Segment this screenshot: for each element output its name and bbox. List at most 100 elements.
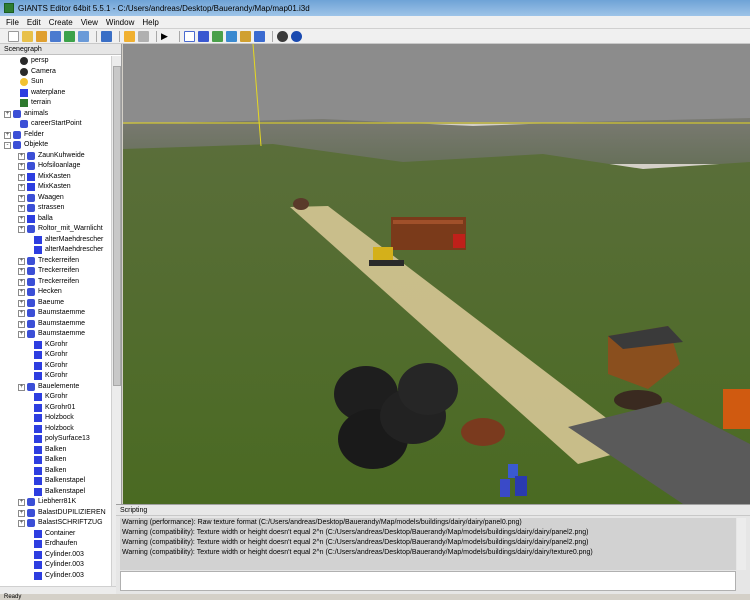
tree-node[interactable]: persp [0,56,111,67]
tree-horizontal-scrollbar[interactable] [0,586,122,594]
expand-icon[interactable]: + [18,278,25,286]
expand-icon[interactable]: + [4,131,11,139]
snap-settings-icon[interactable] [277,30,288,42]
expand-icon[interactable]: + [18,310,25,317]
tree-node[interactable]: + Baumstaemme [0,329,111,340]
expand-icon[interactable]: + [18,194,25,202]
expand-icon[interactable]: + [18,289,25,296]
tree-node[interactable]: Holzbock [0,413,111,424]
tree-node[interactable]: + Treckerreifen [0,266,111,277]
tree-node[interactable]: + Hecken [0,287,111,298]
tree-node[interactable]: + ZaunKuhweide [0,151,111,162]
menu-window[interactable]: Window [106,18,134,27]
tree-node[interactable]: Balkenstapel [0,487,111,498]
expand-icon[interactable]: + [18,152,25,160]
expand-icon[interactable]: + [18,257,25,265]
tree-node[interactable]: Balkenstapel [0,476,111,487]
menu-file[interactable]: File [6,18,19,27]
tree-node[interactable]: + Treckerreifen [0,277,111,288]
tree-node[interactable]: + Bauelemente [0,382,111,393]
expand-icon[interactable]: + [18,320,25,328]
expand-icon[interactable]: + [18,509,25,517]
expand-icon[interactable]: + [18,184,25,191]
scene-render[interactable] [123,44,750,504]
tree-node[interactable]: + Felder [0,130,111,141]
tree-node[interactable]: + Liebherr81K [0,497,111,508]
expand-icon[interactable]: + [18,226,25,233]
tree-node[interactable]: KGrohr [0,350,111,361]
tree-node[interactable]: KGrohr01 [0,403,111,414]
expand-icon[interactable]: + [18,215,25,223]
log-scrollbar[interactable] [737,518,746,570]
tree-node[interactable]: KGrohr [0,340,111,351]
tree-node[interactable]: waterplane [0,88,111,99]
tree-node[interactable]: Balken [0,466,111,477]
redo-icon[interactable] [138,30,149,42]
tree-node[interactable]: Cylinder.003 [0,560,111,571]
placement-icon[interactable] [254,30,265,42]
menu-edit[interactable]: Edit [27,18,41,27]
tree-node[interactable]: + BalastSCHRIFTZUG [0,518,111,529]
select-tool-icon[interactable] [184,30,195,42]
save-icon[interactable] [50,30,61,42]
history-icon[interactable] [101,30,112,42]
tree-node[interactable]: + animals [0,109,111,120]
tree-node[interactable]: + MixKasten [0,182,111,193]
scrollbar-thumb[interactable] [113,66,121,386]
tree-node[interactable]: + Hofsiloanlage [0,161,111,172]
undo-icon[interactable] [124,30,135,42]
expand-icon[interactable]: + [18,205,25,212]
scripting-log[interactable]: Warning (performance): Raw texture forma… [120,518,736,570]
tree-node[interactable]: KGrohr [0,392,111,403]
foliage-paint-icon[interactable] [240,30,251,42]
tree-node[interactable]: Sun [0,77,111,88]
tree-node[interactable]: + Baumstaemme [0,319,111,330]
tree-node[interactable]: Container [0,529,111,540]
expand-icon[interactable]: + [18,268,25,275]
menu-view[interactable]: View [81,18,98,27]
move-tool-icon[interactable] [198,30,209,42]
play-icon[interactable]: ▶ [161,31,172,42]
tree-node[interactable]: terrain [0,98,111,109]
expand-icon[interactable]: + [18,499,25,506]
expand-icon[interactable]: + [4,110,11,118]
collapse-icon[interactable]: - [4,142,11,149]
terrain-paint-icon[interactable] [226,30,237,42]
tree-node[interactable]: + BalastDUPILIZIEREN [0,508,111,519]
gizmo-settings-icon[interactable] [291,30,302,42]
open-folder-icon[interactable] [22,30,33,42]
tree-node[interactable]: + Treckerreifen [0,256,111,267]
import-icon[interactable] [36,30,47,42]
expand-icon[interactable]: + [18,163,25,170]
expand-icon[interactable]: + [18,173,25,181]
tree-node[interactable]: + balla [0,214,111,225]
expand-icon[interactable]: + [18,331,25,338]
tree-node[interactable]: careerStartPoint [0,119,111,130]
menu-create[interactable]: Create [49,18,73,27]
refresh-icon[interactable] [64,30,75,42]
export-icon[interactable] [78,30,89,42]
tree-node[interactable]: Balken [0,445,111,456]
tree-node[interactable]: + Baumstaemme [0,308,111,319]
tree-node[interactable]: KGrohr [0,361,111,372]
tree-node[interactable]: Cylinder.003 [0,550,111,561]
scenegraph-tree[interactable]: persp Camera Sun waterplane terrain + animals c… [0,56,111,586]
tree-node[interactable]: Cylinder.003 [0,571,111,582]
tree-node[interactable]: Balken [0,455,111,466]
tree-node[interactable]: alterMaehdrescher [0,235,111,246]
tree-node[interactable]: Erdhaufen [0,539,111,550]
script-input[interactable] [120,571,736,591]
terrain-sculpt-icon[interactable] [212,30,223,42]
tree-node[interactable]: + Roltor_mit_Warnlicht [0,224,111,235]
menu-help[interactable]: Help [142,18,158,27]
tree-node[interactable]: + Baeume [0,298,111,309]
expand-icon[interactable]: + [18,299,25,307]
tree-node[interactable]: + Waagen [0,193,111,204]
expand-icon[interactable]: + [18,520,25,527]
3d-viewport[interactable] [123,44,750,504]
tree-node[interactable]: Holzbock [0,424,111,435]
tree-node[interactable]: KGrohr [0,371,111,382]
expand-icon[interactable]: + [18,383,25,391]
tree-node[interactable]: alterMaehdrescher [0,245,111,256]
new-file-icon[interactable] [8,30,19,42]
